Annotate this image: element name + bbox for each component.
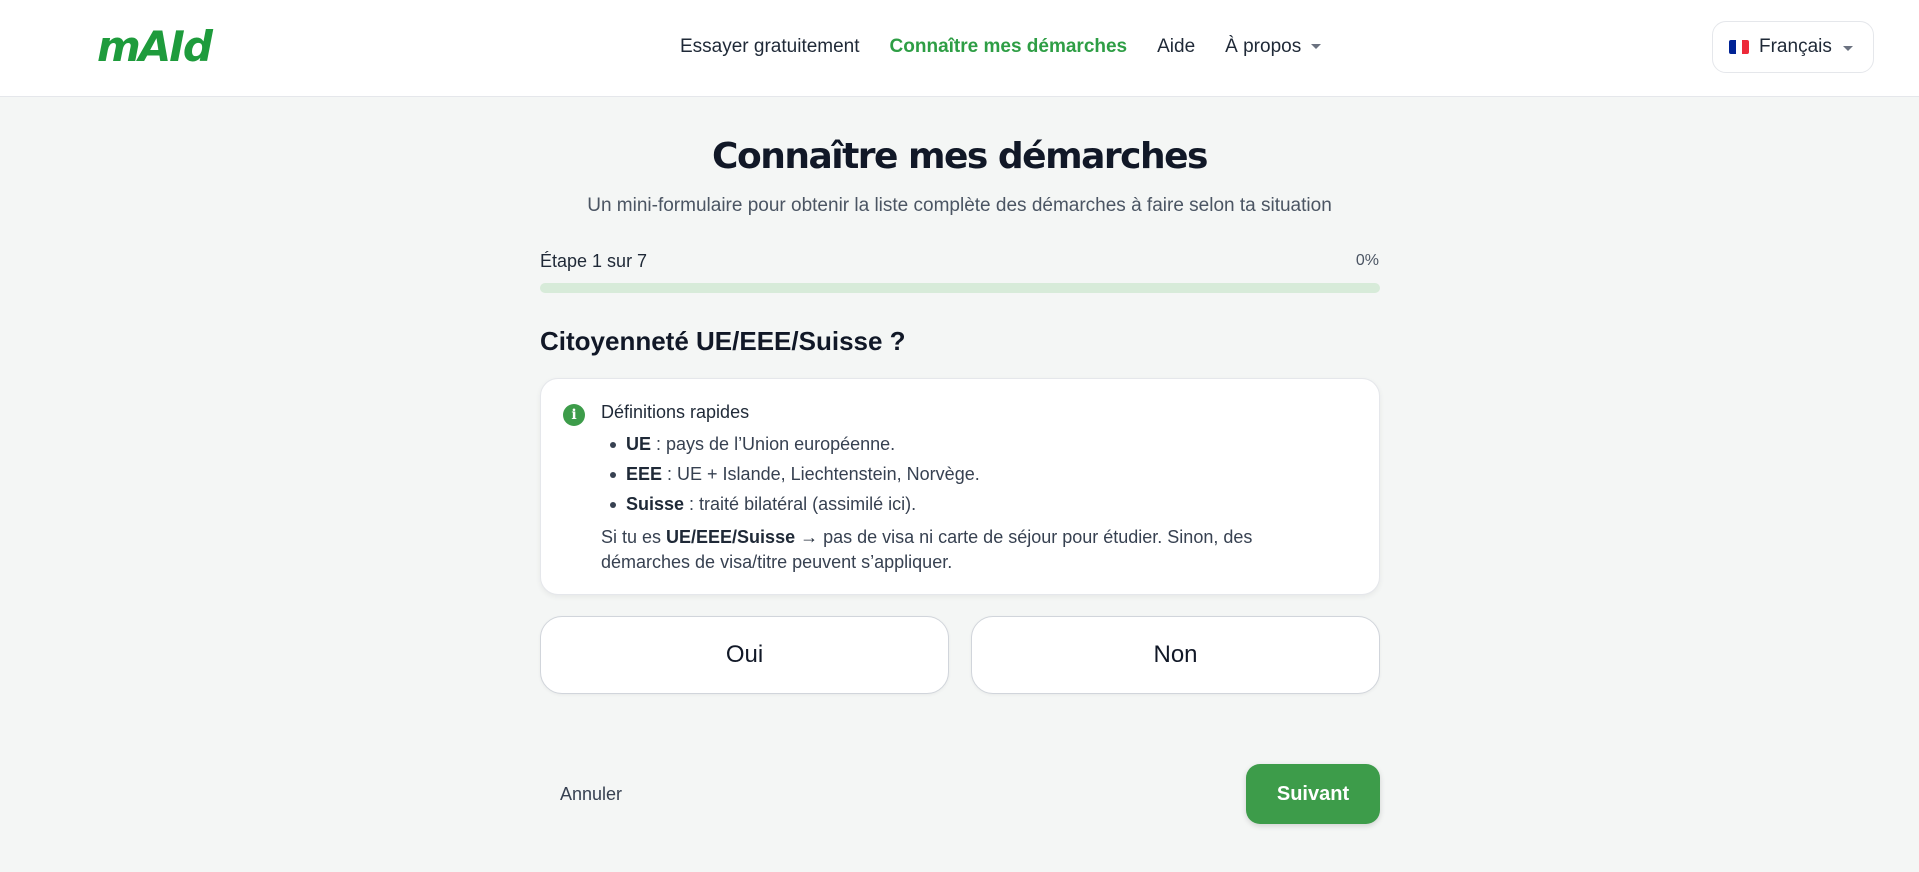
french-flag-icon xyxy=(1729,40,1749,54)
page-subtitle: Un mini-formulaire pour obtenir la liste… xyxy=(587,195,1332,216)
page-title: Connaître mes démarches xyxy=(712,136,1208,177)
list-item: EEE : UE + Islande, Liechtenstein, Norvè… xyxy=(601,462,980,492)
progress-bar xyxy=(540,283,1380,293)
nav-know-steps[interactable]: Connaître mes démarches xyxy=(890,36,1128,58)
nav-help[interactable]: Aide xyxy=(1157,36,1195,58)
definition-text: : UE + Islande, Liechtenstein, Norvège. xyxy=(662,464,980,484)
definitions-title: Définitions rapides xyxy=(601,402,750,422)
question-heading: Citoyenneté UE/EEE/Suisse ? xyxy=(540,326,906,356)
definitions-note: Si tu es UE/EEE/Suisse → pas de visa ni … xyxy=(601,525,1301,575)
list-item: Suisse : traité bilatéral (assimilé ici)… xyxy=(601,492,980,522)
chevron-down-icon xyxy=(1843,46,1853,51)
language-label: Français xyxy=(1759,36,1832,57)
definition-text: : traité bilatéral (assimilé ici). xyxy=(684,494,917,514)
brand-logo[interactable]: mAId xyxy=(97,22,213,71)
chevron-down-icon xyxy=(1311,44,1322,50)
choice-yes-button[interactable]: Oui xyxy=(540,616,949,694)
definition-term: EEE xyxy=(626,464,663,484)
next-button[interactable]: Suivant xyxy=(1246,764,1380,824)
main-nav: Essayer gratuitement Connaître mes démar… xyxy=(680,36,1351,58)
note-bold: UE/EEE/Suisse → xyxy=(666,527,819,547)
progress-percent: 0% xyxy=(1355,252,1379,269)
cancel-button[interactable]: Annuler xyxy=(560,784,622,805)
top-navbar: mAId Essayer gratuitement Connaître mes … xyxy=(0,0,1919,97)
definitions-card: i Définitions rapides UE : pays de l’Uni… xyxy=(540,378,1380,595)
info-icon: i xyxy=(563,404,585,426)
nav-about-label: À propos xyxy=(1225,36,1302,57)
choice-no-button[interactable]: Non xyxy=(971,616,1380,694)
definitions-list: UE : pays de l’Union européenne. EEE : U… xyxy=(601,432,980,522)
language-selector[interactable]: Français xyxy=(1712,21,1874,73)
definition-term: UE xyxy=(626,434,652,454)
nav-try-free[interactable]: Essayer gratuitement xyxy=(680,36,860,58)
nav-about-dropdown[interactable]: À propos xyxy=(1225,36,1322,58)
list-item: UE : pays de l’Union européenne. xyxy=(601,432,980,462)
definition-term: Suisse xyxy=(626,494,685,514)
note-prefix: Si tu es xyxy=(601,527,667,547)
definition-text: : pays de l’Union européenne. xyxy=(651,434,896,454)
step-indicator: Étape 1 sur 7 xyxy=(540,251,648,271)
